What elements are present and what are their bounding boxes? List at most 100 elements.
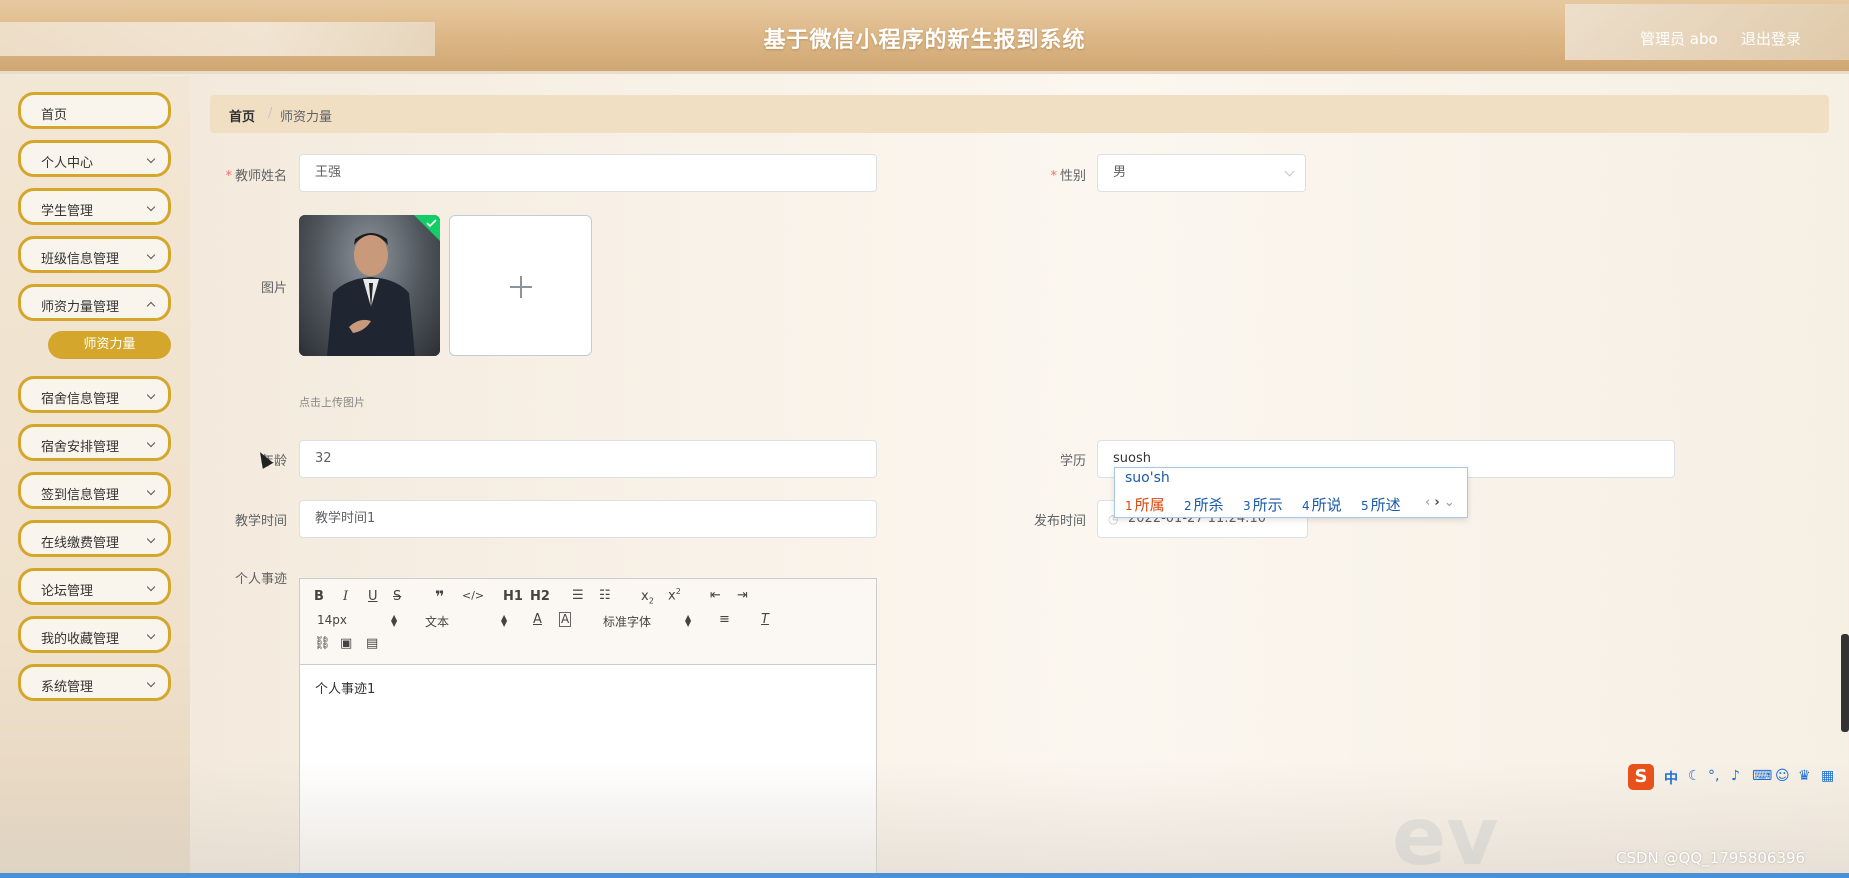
publish-time-label: 发布时间 <box>1033 514 1086 529</box>
outdent-icon[interactable]: ⇤ <box>710 588 721 603</box>
video-progress-bar[interactable] <box>0 873 1849 878</box>
education-label: 学历 <box>1059 454 1086 469</box>
select-arrows-icon: ▲ ▼ <box>391 613 398 628</box>
gender-select[interactable]: 男 <box>1097 154 1306 192</box>
text-style-select[interactable]: 文本 ▲ ▼ <box>425 613 507 630</box>
font-size-select[interactable]: 14px ▲ ▼ <box>317 613 398 628</box>
sidebar-item-label: 学生管理 <box>41 204 94 219</box>
blockquote-icon[interactable]: ❞ <box>435 587 444 606</box>
teaching-time-input[interactable]: 教学时间1 <box>299 500 877 538</box>
select-arrows-icon: ▲ ▼ <box>685 613 692 628</box>
top-header: 基于微信小程序的新生报到系统 管理员 abo 退出登录 <box>0 0 1849 74</box>
sogou-logo-icon[interactable]: S <box>1628 764 1654 790</box>
skin-icon[interactable]: ♛ <box>1798 768 1811 784</box>
plus-icon-vertical <box>520 276 522 298</box>
sidebar-item-payment[interactable]: 在线缴费管理 <box>18 520 171 557</box>
candidate-number: 4 <box>1302 499 1310 513</box>
sidebar-item-dorm-info[interactable]: 宿舍信息管理 <box>18 376 171 413</box>
link-icon[interactable]: ⛓ <box>314 636 331 651</box>
indent-icon[interactable]: ⇥ <box>737 588 748 603</box>
background-color-icon[interactable]: A <box>559 612 572 627</box>
subscript-icon[interactable]: x2 <box>641 589 654 606</box>
image-icon[interactable]: ▣ <box>340 636 352 651</box>
chevron-down-icon <box>146 534 156 544</box>
sidebar-item-classes[interactable]: 班级信息管理 <box>18 236 171 273</box>
punctuation-icon[interactable]: °, <box>1708 768 1719 784</box>
editor-content[interactable]: 个人事迹1 <box>315 678 375 697</box>
ime-mode-toggle[interactable]: 中 <box>1664 768 1678 788</box>
ime-candidate[interactable]: 4 所说 <box>1302 494 1342 515</box>
logout-button[interactable]: 退出登录 <box>1741 28 1801 49</box>
sidebar-item-label: 师资力量管理 <box>41 300 120 315</box>
ime-pager-icons[interactable]: ‹ › ⌄ <box>1425 495 1455 510</box>
sidebar-item-checkin[interactable]: 签到信息管理 <box>18 472 171 509</box>
user-icon[interactable]: ☺ <box>1775 768 1790 784</box>
ime-candidate[interactable]: 3 所示 <box>1243 494 1283 515</box>
ev-recorder-watermark: ev <box>1392 790 1499 878</box>
font-size-value: 14px <box>317 613 347 627</box>
chevron-down-icon <box>146 390 156 400</box>
age-input[interactable]: 32 <box>299 440 877 478</box>
chevron-up-icon <box>146 301 156 311</box>
chevron-down-icon <box>146 678 156 688</box>
select-arrows-icon: ▲ ▼ <box>501 613 508 628</box>
bottom-fade-overlay <box>0 760 1849 878</box>
sidebar-item-students[interactable]: 学生管理 <box>18 188 171 225</box>
ordered-list-icon[interactable]: ☰ <box>572 588 584 603</box>
breadcrumb-separator: / <box>268 106 273 121</box>
sidebar-item-personal-center[interactable]: 个人中心 <box>18 140 171 177</box>
chevron-down-icon <box>146 582 156 592</box>
keyboard-icon[interactable]: ⌨ <box>1752 768 1772 784</box>
image-label: 图片 <box>260 281 287 296</box>
video-icon[interactable]: ▤ <box>366 636 378 651</box>
upload-add-button[interactable] <box>449 215 592 356</box>
breadcrumb-home[interactable]: 首页 <box>229 106 255 125</box>
sidebar-item-system[interactable]: 系统管理 <box>18 664 171 701</box>
chevron-down-icon <box>146 486 156 496</box>
breadcrumb-current: 师资力量 <box>280 110 333 125</box>
moon-icon[interactable]: ☾ <box>1688 768 1701 784</box>
sidebar-item-forum[interactable]: 论坛管理 <box>18 568 171 605</box>
bullet-list-icon[interactable]: ☷ <box>599 588 611 603</box>
teacher-name-input[interactable]: 王强 <box>299 154 877 192</box>
italic-icon[interactable]: I <box>343 589 348 604</box>
clear-format-icon[interactable]: T <box>761 612 769 627</box>
underline-icon[interactable]: U <box>368 589 378 604</box>
chevron-down-icon <box>146 202 156 212</box>
upload-hint: 点击上传图片 <box>299 396 365 409</box>
candidate-text: 所属 <box>1134 496 1165 514</box>
candidate-text: 所示 <box>1252 496 1283 514</box>
sidebar: 首页 个人中心 学生管理 班级信息管理 师资力量管理 师资力量 宿舍信息管理 宿… <box>0 77 190 878</box>
font-family-select[interactable]: 标准字体 ▲ ▼ <box>603 613 692 630</box>
required-mark: * <box>1050 169 1057 184</box>
sidebar-item-faculty[interactable]: 师资力量管理 <box>18 284 171 321</box>
align-icon[interactable]: ≡ <box>719 612 730 627</box>
current-user: 管理员 abo <box>1640 30 1718 48</box>
ime-candidate[interactable]: 1 所属 <box>1125 494 1165 515</box>
upload-success-check-icon <box>414 215 440 241</box>
sidebar-item-favorites[interactable]: 我的收藏管理 <box>18 616 171 653</box>
heading-2-icon[interactable]: H2 <box>530 589 550 604</box>
submenu-item-faculty[interactable]: 师资力量 <box>48 331 171 359</box>
sidebar-item-home[interactable]: 首页 <box>18 92 171 129</box>
csdn-watermark: CSDN @QQ_1795806396 <box>1616 849 1806 867</box>
heading-1-icon[interactable]: H1 <box>503 589 523 604</box>
rich-text-editor[interactable]: B I U S ❞ </> H1 H2 ☰ ☷ x2 x2 ⇤ ⇥ 14px ▲… <box>299 578 877 878</box>
sidebar-item-label: 系统管理 <box>41 680 94 695</box>
bold-icon[interactable]: B <box>314 589 324 604</box>
font-color-icon[interactable]: A <box>533 612 542 627</box>
page-scrollbar[interactable] <box>1841 634 1849 732</box>
strikethrough-icon[interactable]: S <box>393 589 401 604</box>
ime-candidate[interactable]: 2 所杀 <box>1184 494 1224 515</box>
bio-label: 个人事迹 <box>234 572 287 587</box>
code-block-icon[interactable]: </> <box>462 589 484 602</box>
superscript-icon[interactable]: x2 <box>668 587 681 603</box>
sidebar-item-dorm-arrangement[interactable]: 宿舍安排管理 <box>18 424 171 461</box>
sidebar-item-label: 班级信息管理 <box>41 252 120 267</box>
gender-label: * 性别 <box>966 165 1086 184</box>
uploaded-teacher-photo[interactable] <box>299 215 440 356</box>
grid-icon[interactable]: ▦ <box>1821 768 1834 784</box>
ime-candidate[interactable]: 5 所述 <box>1361 494 1401 515</box>
ime-status-bar[interactable]: S 中 ☾ °, ♪ ⌨ ☺ ♛ ▦ <box>1628 764 1849 790</box>
microphone-icon[interactable]: ♪ <box>1731 768 1740 784</box>
